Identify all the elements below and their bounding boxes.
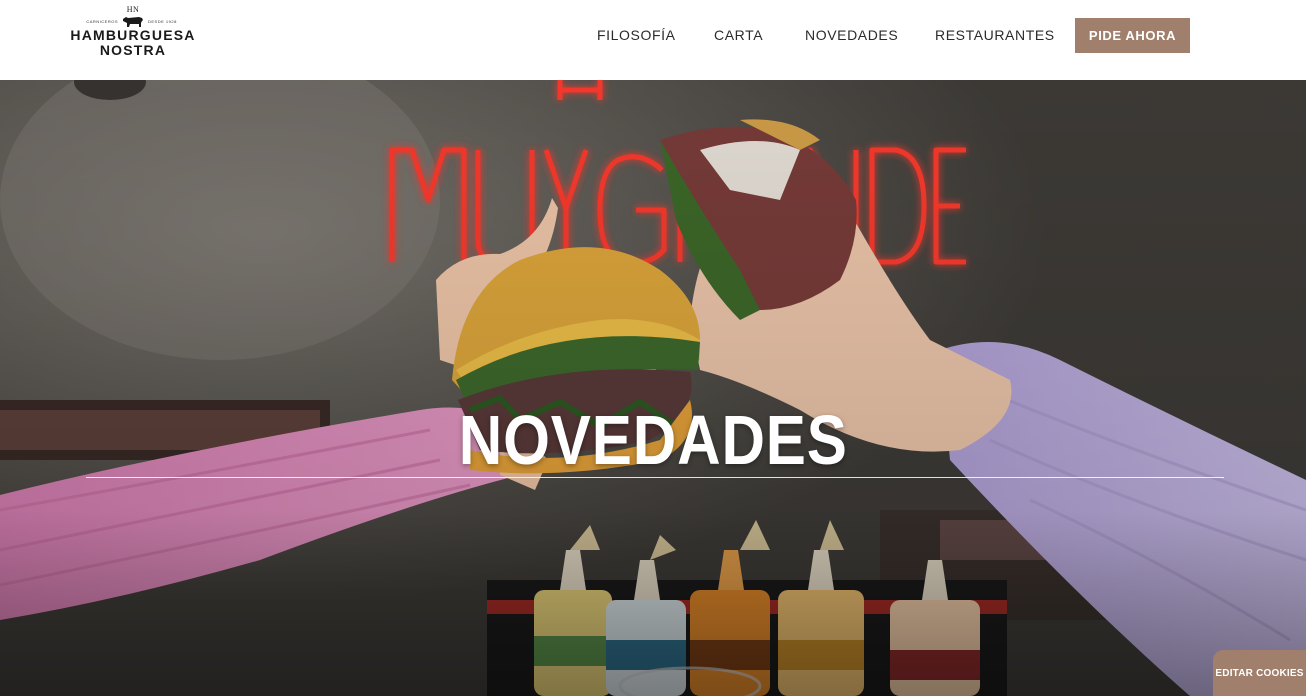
site-header: HN CARNICEROS DESDE 1928 HAMBURGUESA NOS… — [0, 0, 1306, 80]
hero-banner: NOVEDADES — [0, 80, 1306, 696]
nav-item-novedades[interactable]: NOVEDADES — [805, 27, 898, 43]
nav-item-filosofia[interactable]: FILOSOFÍA — [597, 27, 676, 43]
main-nav: FILOSOFÍA CARTA NOVEDADES RESTAURANTES P… — [0, 0, 1306, 70]
edit-cookies-button[interactable]: EDITAR COOKIES — [1213, 650, 1306, 696]
page-title: NOVEDADES — [458, 401, 848, 479]
hero-photo — [0, 80, 1306, 696]
title-divider — [86, 477, 1224, 478]
order-now-button[interactable]: PIDE AHORA — [1075, 18, 1190, 53]
nav-item-carta[interactable]: CARTA — [714, 27, 763, 43]
nav-item-restaurantes[interactable]: RESTAURANTES — [935, 27, 1055, 43]
